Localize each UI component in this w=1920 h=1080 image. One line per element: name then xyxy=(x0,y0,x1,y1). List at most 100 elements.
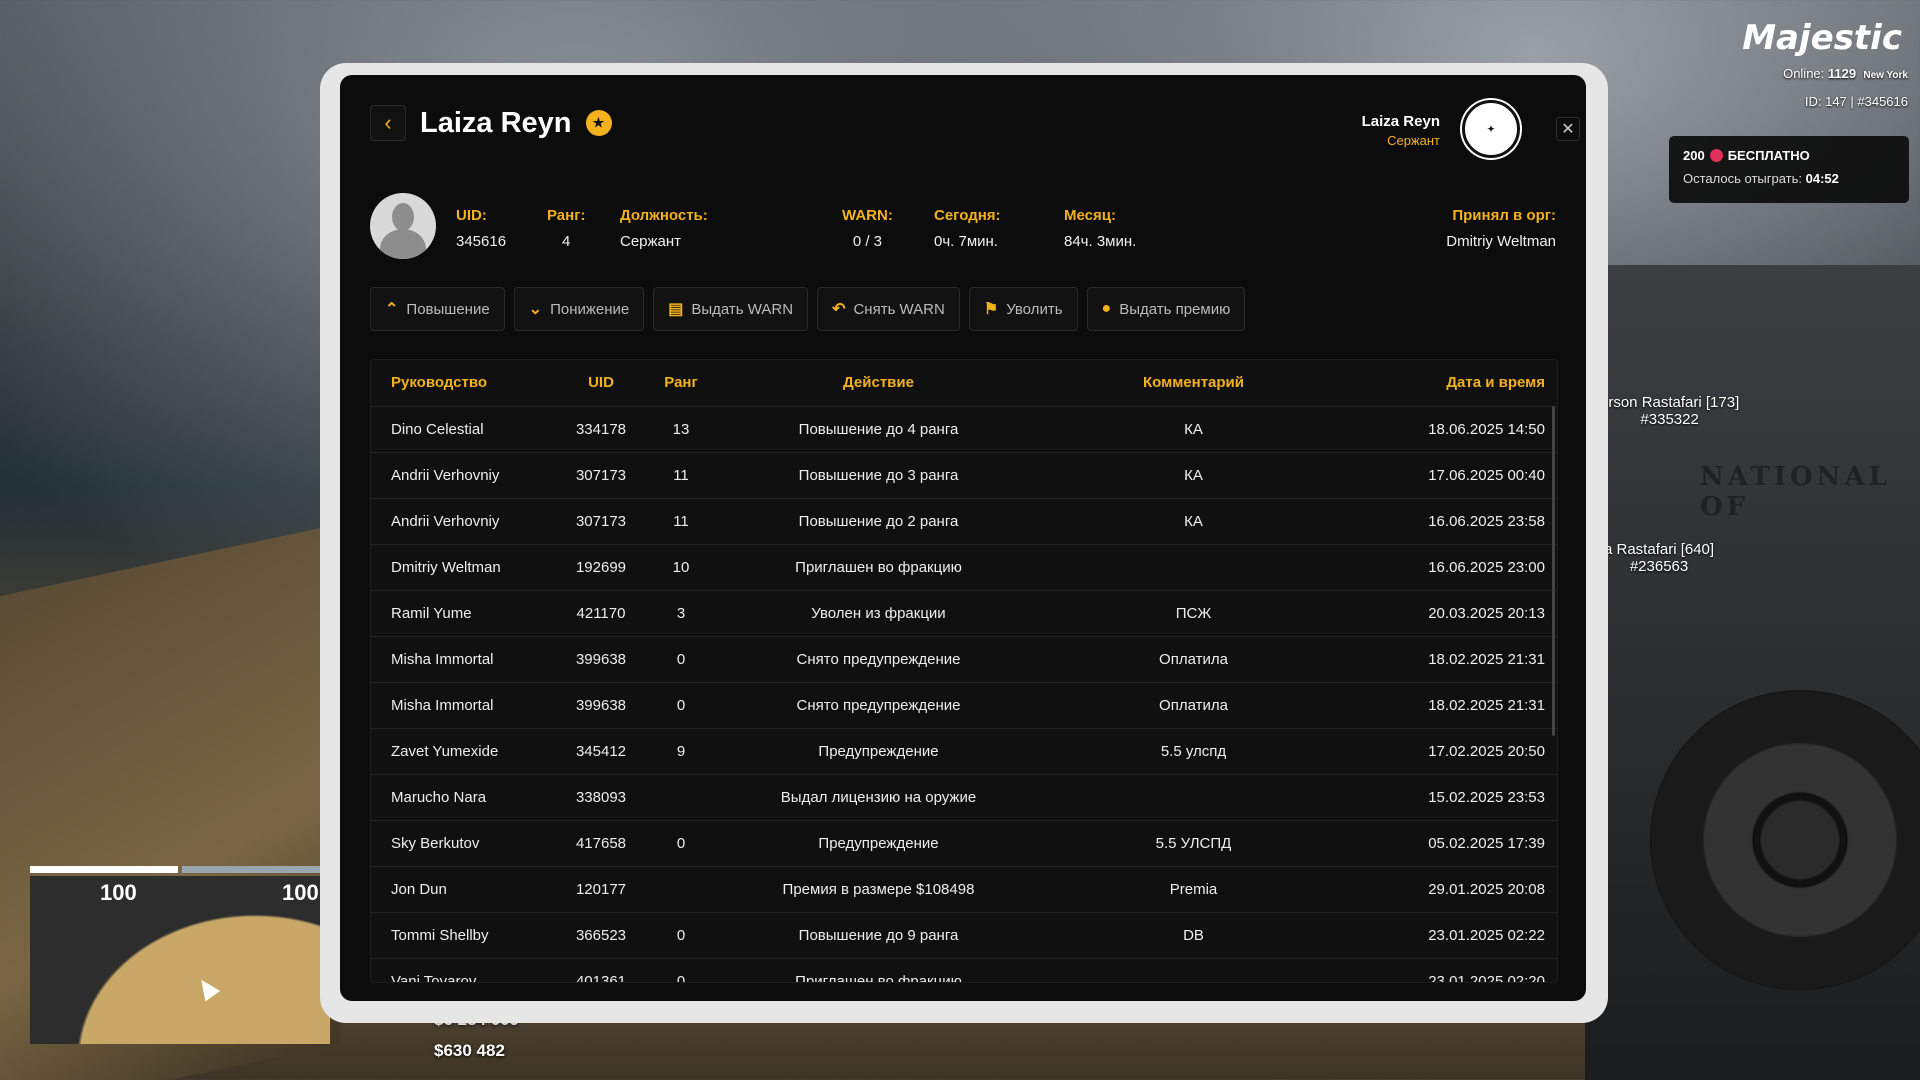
table-row[interactable]: Dino Celestial 334178 13 Повышение до 4 ран… xyxy=(371,406,1557,453)
table-row[interactable]: Andrii Verhovniy 307173 11 Повышение до 2 р… xyxy=(371,498,1557,545)
close-icon: ✕ xyxy=(1561,121,1575,138)
table-row[interactable]: Zavet Yumexide 345412 9 Предупреждение 5.5 у… xyxy=(371,728,1557,775)
col-uid: UID xyxy=(561,360,641,407)
row-datetime: 16.06.2025 23:00 xyxy=(1351,544,1557,591)
col-rank: Ранг xyxy=(641,360,721,407)
rank-value: 4 xyxy=(562,233,571,250)
give-warn-label: Выдать WARN xyxy=(691,300,794,318)
table-row[interactable]: Vani Tovarov 401361 0 Приглашен во фракцию 2… xyxy=(371,958,1557,982)
row-uid: 366523 xyxy=(561,912,641,959)
table-row[interactable]: Andrii Verhovniy 307173 11 Повышение до 3 р… xyxy=(371,452,1557,499)
promote-label: Повышение xyxy=(406,300,490,318)
row-datetime: 18.02.2025 21:31 xyxy=(1351,636,1557,683)
panel-header: ‹ Laiza Reyn ★ xyxy=(370,105,612,141)
give-bonus-button[interactable]: ● Выдать премию xyxy=(1086,287,1246,331)
row-rank: 0 xyxy=(641,636,721,683)
member-name: Laiza Reyn xyxy=(420,106,572,139)
row-datetime: 23.01.2025 02:22 xyxy=(1351,912,1557,959)
player-tag-name: a Rastafari [640] xyxy=(1604,541,1715,558)
row-leader: Dino Celestial xyxy=(371,406,561,453)
online-value: 1129 xyxy=(1827,66,1857,81)
row-leader: Jon Dun xyxy=(371,866,561,913)
row-comment xyxy=(1036,774,1351,821)
row-action: Снято предупреждение xyxy=(721,682,1036,729)
table-row[interactable]: Misha Immortal 399638 0 Снято предупреждени… xyxy=(371,636,1557,683)
row-datetime: 05.02.2025 17:39 xyxy=(1351,820,1557,867)
row-comment: 5.5 УЛСПД xyxy=(1036,820,1351,867)
row-action: Предупреждение xyxy=(721,820,1036,867)
table-row[interactable]: Misha Immortal 399638 0 Снято предупреждени… xyxy=(371,682,1557,729)
uid-label: UID: xyxy=(456,207,487,224)
row-action: Повышение до 2 ранга xyxy=(721,498,1036,545)
warn-field: WARN: 0 / 3 xyxy=(842,207,893,250)
faction-seal-icon: ✦ xyxy=(1462,100,1520,158)
player-tag-id: #236563 xyxy=(1629,558,1689,575)
online-label: Online: xyxy=(1783,66,1825,81)
row-action: Приглашен во фракцию xyxy=(721,958,1036,982)
fire-button[interactable]: ⚑ Уволить xyxy=(968,287,1078,331)
hired-field: Принял в орг: Dmitriy Weltman xyxy=(1446,207,1556,250)
row-comment: КА xyxy=(1036,406,1351,453)
row-action: Премия в размере $108498 xyxy=(721,866,1036,913)
coin-icon: ● xyxy=(1101,300,1112,317)
row-rank: 10 xyxy=(641,544,721,591)
rank-label: Ранг: xyxy=(547,207,586,224)
row-rank xyxy=(641,866,721,913)
table-row[interactable]: Ramil Yume 421170 3 Уволен из фракции ПСЖ 20.… xyxy=(371,590,1557,637)
table-row[interactable]: Marucho Nara 338093 Выдал лицензию на оруж… xyxy=(371,774,1557,821)
remove-warn-button[interactable]: ↶ Снять WARN xyxy=(817,287,960,331)
row-leader: Misha Immortal xyxy=(371,682,561,729)
row-leader: Misha Immortal xyxy=(371,636,561,683)
today-label: Сегодня: xyxy=(934,207,1001,224)
row-comment xyxy=(1036,958,1351,982)
row-action: Выдал лицензию на оружие xyxy=(721,774,1036,821)
row-datetime: 20.03.2025 20:13 xyxy=(1351,590,1557,637)
row-datetime: 17.02.2025 20:50 xyxy=(1351,728,1557,775)
demote-button[interactable]: ⌄ Понижение xyxy=(513,287,645,331)
row-datetime: 29.01.2025 20:08 xyxy=(1351,866,1557,913)
tablet-frame: ‹ Laiza Reyn ★ Laiza Reyn Сержант ✦ ✕ UI… xyxy=(320,63,1608,1023)
row-datetime: 15.02.2025 23:53 xyxy=(1351,774,1557,821)
row-action: Повышение до 4 ранга xyxy=(721,406,1036,453)
give-bonus-label: Выдать премию xyxy=(1119,300,1231,318)
online-counter: Online: 1129 New York xyxy=(1783,66,1908,81)
bank-amount: $630 482 xyxy=(434,1041,505,1060)
row-uid: 307173 xyxy=(561,452,641,499)
table-scrollbar[interactable] xyxy=(1552,406,1555,736)
current-user: Laiza Reyn Сержант xyxy=(1362,113,1440,148)
promo-label: БЕСПЛАТНО xyxy=(1727,148,1810,163)
chevron-down-icon: ⌄ xyxy=(528,301,543,318)
row-leader: Zavet Yumexide xyxy=(371,728,561,775)
table-row[interactable]: Tommi Shellby 366523 0 Повышение до 9 ранга… xyxy=(371,912,1557,959)
col-leader: Руководство xyxy=(371,360,561,407)
row-datetime: 23.01.2025 02:20 xyxy=(1351,958,1557,982)
month-value: 84ч. 3мин. xyxy=(1064,233,1137,250)
back-button[interactable]: ‹ xyxy=(370,105,406,141)
promote-button[interactable]: ⌃ Повышение xyxy=(370,287,505,331)
close-button[interactable]: ✕ xyxy=(1556,117,1580,141)
col-datetime: Дата и время xyxy=(1351,360,1557,407)
row-comment: ПСЖ xyxy=(1036,590,1351,637)
row-action: Уволен из фракции xyxy=(721,590,1036,637)
row-rank: 0 xyxy=(641,958,721,982)
fire-icon: ⚑ xyxy=(983,301,999,318)
row-action: Повышение до 3 ранга xyxy=(721,452,1036,499)
table-row[interactable]: Dmitriy Weltman 192699 10 Приглашен во фрак… xyxy=(371,544,1557,591)
row-action: Снято предупреждение xyxy=(721,636,1036,683)
table-row[interactable]: Jon Dun 120177 Премия в размере $108498 Pre… xyxy=(371,866,1557,913)
row-leader: Tommi Shellby xyxy=(371,912,561,959)
row-comment: Premia xyxy=(1036,866,1351,913)
row-rank: 0 xyxy=(641,682,721,729)
row-uid: 334178 xyxy=(561,406,641,453)
health-value: 100 xyxy=(100,880,137,905)
uid-value: 345616 xyxy=(456,233,507,250)
row-uid: 338093 xyxy=(561,774,641,821)
chevron-up-icon: ⌃ xyxy=(385,301,399,318)
table-header-row: Руководство UID Ранг Действие Комментари… xyxy=(371,360,1557,407)
give-warn-button[interactable]: ▤ Выдать WARN xyxy=(653,287,809,331)
truck-lettering: NATIONAL OF xyxy=(1700,462,1891,522)
table-row[interactable]: Sky Berkutov 417658 0 Предупреждение 5.5 УЛС… xyxy=(371,820,1557,867)
fire-label: Уволить xyxy=(1006,300,1063,318)
row-uid: 192699 xyxy=(561,544,641,591)
row-comment: 5.5 улспд xyxy=(1036,728,1351,775)
